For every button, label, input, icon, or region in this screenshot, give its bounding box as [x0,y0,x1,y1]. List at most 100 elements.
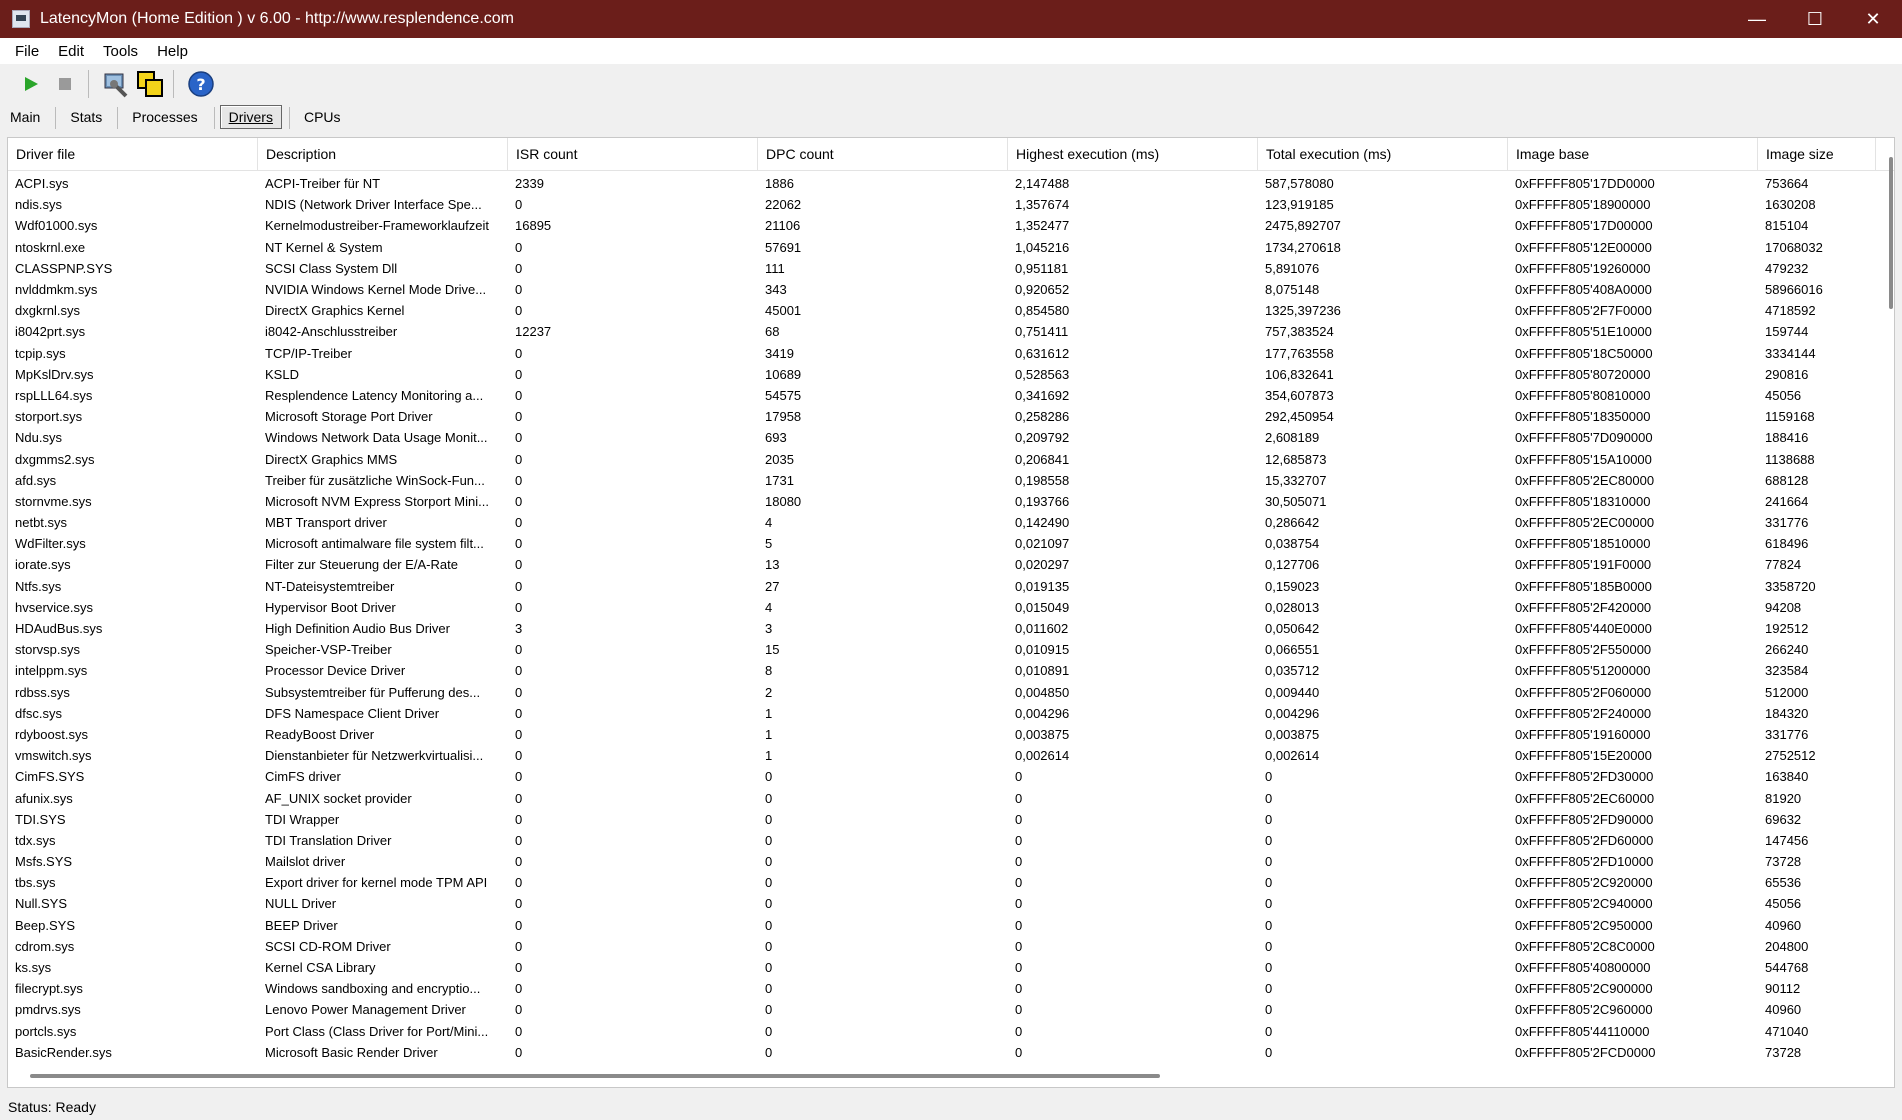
menu-file[interactable]: File [7,43,47,60]
tab-processes[interactable]: Processes [117,106,205,129]
table-row[interactable]: tcpip.sys TCP/IP-Treiber 0 3419 0,631612 177,… [8,343,1894,364]
table-cell: i8042prt.sys [15,324,86,340]
table-row[interactable]: tbs.sys Export driver for kernel mode TPM… [8,872,1894,893]
table-cell: 0,021097 [1015,536,1070,552]
menu-edit[interactable]: Edit [50,43,92,60]
close-button[interactable]: ✕ [1844,0,1902,38]
table-row[interactable]: tdx.sys TDI Translation Driver 0 0 0 0 0xFFFFF… [8,830,1894,851]
table-cell: 0 [515,811,523,827]
table-cell: 753664 [1765,176,1809,192]
table-row[interactable]: rdbss.sys Subsystemtreiber für Pufferung … [8,682,1894,703]
table-row[interactable]: Null.SYS NULL Driver 0 0 0 0 0xFFFFF805'2C9400… [8,893,1894,914]
table-cell: 0xFFFFF805'80810000 [1515,387,1651,403]
table-cell: 0 [515,790,523,806]
table-row[interactable]: HDAudBus.sys High Definition Audio Bus Dr… [8,618,1894,639]
tab-stats[interactable]: Stats [55,106,110,129]
table-row[interactable]: Wdf01000.sys Kernelmodustreiber-Framework… [8,215,1894,236]
table-cell: 0 [1015,790,1023,806]
table-cell: 0 [765,790,773,806]
table-cell: 0 [1265,769,1273,785]
column-header[interactable]: Driver file [8,138,258,170]
table-row[interactable]: CimFS.SYS CimFS driver 0 0 0 0 0xFFFFF805'2FD3… [8,766,1894,787]
table-row[interactable]: Msfs.SYS Mailslot driver 0 0 0 0 0xFFFFF805'2F… [8,851,1894,872]
column-header[interactable]: Image size [1758,138,1876,170]
tab-drivers[interactable]: Drivers [213,105,282,129]
table-row[interactable]: filecrypt.sys Windows sandboxing and encr… [8,978,1894,999]
table-row[interactable]: ntoskrnl.exe NT Kernel & System 0 57691 1,04… [8,237,1894,258]
table-row[interactable]: dfsc.sys DFS Namespace Client Driver 0 1 0,0… [8,703,1894,724]
table-cell: 290816 [1765,366,1809,382]
table-cell: 17068032 [1765,239,1823,255]
table-row[interactable]: vmswitch.sys Dienstanbieter für Netzwerkv… [8,745,1894,766]
table-row[interactable]: hvservice.sys Hypervisor Boot Driver 0 4 0,0… [8,597,1894,618]
minimize-button[interactable]: — [1728,0,1786,38]
table-cell: Subsystemtreiber für Pufferung des... [265,684,481,700]
table-row[interactable]: afunix.sys AF_UNIX socket provider 0 0 0 0 0xF… [8,787,1894,808]
window-button[interactable] [135,69,165,99]
table-row[interactable]: i8042prt.sys i8042-Anschlusstreiber 12237 6… [8,321,1894,342]
table-row[interactable]: Beep.SYS BEEP Driver 0 0 0 0 0xFFFFF805'2C9500… [8,915,1894,936]
table-cell: 0xFFFFF805'2F7F0000 [1515,303,1652,319]
table-cell: 0xFFFFF805'19260000 [1515,260,1651,276]
table-row[interactable]: rspLLL64.sys Resplendence Latency Monitor… [8,385,1894,406]
table-cell: portcls.sys [15,1023,77,1039]
table-cell: CimFS.SYS [15,769,85,785]
help-button[interactable]: ? [186,69,216,99]
table-cell: afunix.sys [15,790,73,806]
table-row[interactable]: dxgmms2.sys DirectX Graphics MMS 0 2035 0,20… [8,448,1894,469]
table-cell: 81920 [1765,790,1802,806]
table-row[interactable]: nvlddmkm.sys NVIDIA Windows Kernel Mode D… [8,279,1894,300]
table-row[interactable]: iorate.sys Filter zur Steuerung der E/A-R… [8,554,1894,575]
column-header[interactable]: DPC count [758,138,1008,170]
tab-main[interactable]: Main [2,106,48,128]
column-header[interactable]: Description [258,138,508,170]
table-cell: 0 [765,1044,773,1060]
table-row[interactable]: afd.sys Treiber für zusätzliche WinSock-F… [8,470,1894,491]
table-row[interactable]: ks.sys Kernel CSA Library 0 0 0 0 0xFFFFF805'4… [8,957,1894,978]
table-cell: 0xFFFFF805'2F420000 [1515,599,1652,615]
table-cell: 1,045216 [1015,239,1070,255]
table-row[interactable]: TDI.SYS TDI Wrapper 0 0 0 0 0xFFFFF805'2FD9000… [8,809,1894,830]
table-cell: 22062 [765,197,802,213]
table-row[interactable]: stornvme.sys Microsoft NVM Express Storpo… [8,491,1894,512]
table-row[interactable]: BasicRender.sys Microsoft Basic Render Dr… [8,1042,1894,1063]
table-row[interactable]: Ntfs.sys NT-Dateisystemtreiber 0 27 0,019135… [8,576,1894,597]
table-row[interactable]: ACPI.sys ACPI-Treiber für NT 2339 1886 2,147… [8,173,1894,194]
table-row[interactable]: storport.sys Microsoft Storage Port Drive… [8,406,1894,427]
menu-tools[interactable]: Tools [95,43,146,60]
options-button[interactable] [101,69,131,99]
table-cell: 0,198558 [1015,472,1070,488]
table-row[interactable]: WdFilter.sys Microsoft antimalware file s… [8,533,1894,554]
column-header[interactable]: Total execution (ms) [1258,138,1508,170]
start-button[interactable] [16,69,46,99]
horizontal-scrollbar[interactable] [30,1074,1160,1078]
tab-cpus[interactable]: CPUs [289,106,349,129]
table-row[interactable]: storvsp.sys Speicher-VSP-Treiber 0 15 0,0109… [8,639,1894,660]
table-row[interactable]: rdyboost.sys ReadyBoost Driver 0 1 0,003875 0… [8,724,1894,745]
table-cell: NDIS (Network Driver Interface Spe... [265,197,482,213]
table-cell: 0,009440 [1265,684,1320,700]
table-row[interactable]: CLASSPNP.SYS SCSI Class System Dll 0 111 0,9… [8,258,1894,279]
table-cell: SCSI Class System Dll [265,260,398,276]
table-row[interactable]: dxgkrnl.sys DirectX Graphics Kernel 0 45001… [8,300,1894,321]
table-cell: 0xFFFFF805'19160000 [1515,726,1651,742]
table-row[interactable]: cdrom.sys SCSI CD-ROM Driver 0 0 0 0 0xFFFFF80… [8,936,1894,957]
vertical-scrollbar[interactable] [1889,157,1893,309]
table-row[interactable]: netbt.sys MBT Transport driver 0 4 0,142490 0… [8,512,1894,533]
table-cell: 0,003875 [1265,726,1320,742]
maximize-button[interactable]: ☐ [1786,0,1844,38]
table-row[interactable]: portcls.sys Port Class (Class Driver for … [8,1021,1894,1042]
table-cell: i8042-Anschlusstreiber [265,324,398,340]
table-row[interactable]: Ndu.sys Windows Network Data Usage Monit.… [8,427,1894,448]
table-row[interactable]: MpKslDrv.sys KSLD 0 10689 0,528563 106,832641… [8,364,1894,385]
column-header[interactable]: Image base [1508,138,1758,170]
table-cell: filecrypt.sys [15,981,83,997]
table-row[interactable]: ndis.sys NDIS (Network Driver Interface S… [8,194,1894,215]
table-row[interactable]: intelppm.sys Processor Device Driver 0 8 0,0… [8,660,1894,681]
menu-help[interactable]: Help [149,43,196,60]
column-header[interactable]: Highest execution (ms) [1008,138,1258,170]
stop-button[interactable] [50,69,80,99]
column-header[interactable]: ISR count [508,138,758,170]
table-row[interactable]: pmdrvs.sys Lenovo Power Management Driver… [8,999,1894,1020]
table-cell: Mailslot driver [265,854,346,870]
